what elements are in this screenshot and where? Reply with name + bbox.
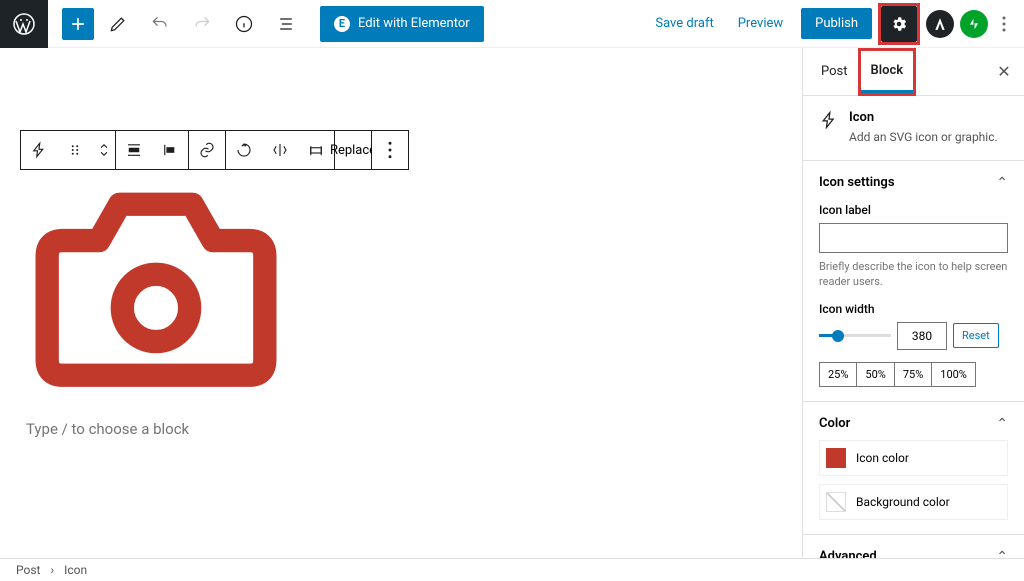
block-toolbar: Replace [20, 130, 409, 170]
outline-button[interactable] [268, 6, 304, 42]
astra-icon[interactable] [926, 10, 954, 38]
icon-label-label: Icon label [819, 203, 1008, 217]
background-color-row[interactable]: Background color [819, 484, 1008, 520]
settings-button[interactable] [881, 6, 917, 42]
add-block-button[interactable] [62, 8, 94, 40]
block-description: Add an SVG icon or graphic. [849, 129, 998, 146]
save-draft-button[interactable]: Save draft [643, 8, 725, 39]
rotate-button[interactable] [226, 131, 262, 169]
icon-color-row[interactable]: Icon color [819, 440, 1008, 476]
chevron-right-icon: › [50, 563, 54, 577]
color-panel-toggle[interactable]: Color ⌃ [819, 416, 1008, 432]
align-button[interactable] [116, 131, 152, 169]
edit-with-elementor-button[interactable]: E Edit with Elementor [320, 6, 484, 42]
breadcrumb: Post › Icon [0, 558, 1024, 581]
chevron-up-icon: ⌃ [996, 549, 1008, 558]
icon-color-label: Icon color [856, 451, 909, 465]
info-button[interactable] [226, 6, 262, 42]
bg-color-swatch [826, 492, 846, 512]
preview-button[interactable]: Preview [726, 8, 795, 39]
icon-label-input[interactable] [819, 223, 1008, 253]
tab-post[interactable]: Post [811, 52, 858, 91]
icon-width-label: Icon width [819, 302, 1008, 316]
edit-mode-button[interactable] [100, 6, 136, 42]
drag-handle[interactable] [57, 131, 93, 169]
flip-button[interactable] [262, 131, 298, 169]
crop-button[interactable] [298, 131, 334, 169]
preset-25[interactable]: 25% [820, 363, 857, 386]
jetpack-icon[interactable] [960, 10, 988, 38]
link-button[interactable] [189, 131, 225, 169]
camera-icon-block[interactable] [26, 168, 286, 396]
breadcrumb-current[interactable]: Icon [64, 563, 87, 577]
replace-button[interactable]: Replace [335, 131, 371, 169]
color-panel-title: Color [819, 416, 850, 431]
chevron-up-icon: ⌃ [996, 416, 1008, 432]
icon-label-help: Briefly describe the icon to help screen… [819, 259, 1008, 290]
block-prompt[interactable]: Type / to choose a block [26, 420, 776, 438]
preset-75[interactable]: 75% [895, 363, 932, 386]
chevron-up-icon: ⌃ [996, 175, 1008, 191]
undo-button[interactable] [142, 6, 178, 42]
advanced-panel-toggle[interactable]: Advanced ⌃ [819, 549, 1008, 558]
redo-button[interactable] [184, 6, 220, 42]
move-up-down-button[interactable] [93, 131, 115, 169]
breadcrumb-root[interactable]: Post [16, 563, 40, 577]
advanced-panel-title: Advanced [819, 549, 877, 558]
preset-50[interactable]: 50% [857, 363, 894, 386]
publish-button[interactable]: Publish [801, 8, 872, 39]
block-more-button[interactable] [372, 131, 408, 169]
close-sidebar-button[interactable]: ✕ [992, 62, 1016, 81]
bolt-icon [819, 110, 839, 134]
panel-title: Icon settings [819, 175, 895, 190]
tab-block[interactable]: Block [861, 51, 914, 93]
icon-color-swatch [826, 448, 846, 468]
justify-button[interactable] [152, 131, 188, 169]
elementor-icon: E [334, 16, 350, 32]
bg-color-label: Background color [856, 495, 950, 509]
elementor-label: Edit with Elementor [358, 16, 470, 31]
more-options-button[interactable] [992, 16, 1016, 32]
block-type-button[interactable] [21, 131, 57, 169]
preset-100[interactable]: 100% [932, 363, 975, 386]
block-name: Icon [849, 110, 998, 125]
wordpress-logo[interactable] [0, 0, 48, 48]
icon-settings-panel-toggle[interactable]: Icon settings ⌃ [819, 175, 1008, 191]
icon-width-input[interactable] [897, 322, 947, 350]
icon-width-reset-button[interactable]: Reset [953, 323, 999, 348]
block-tab-highlight: Block [858, 48, 917, 96]
settings-highlight [878, 3, 920, 45]
icon-width-slider[interactable] [819, 329, 891, 343]
